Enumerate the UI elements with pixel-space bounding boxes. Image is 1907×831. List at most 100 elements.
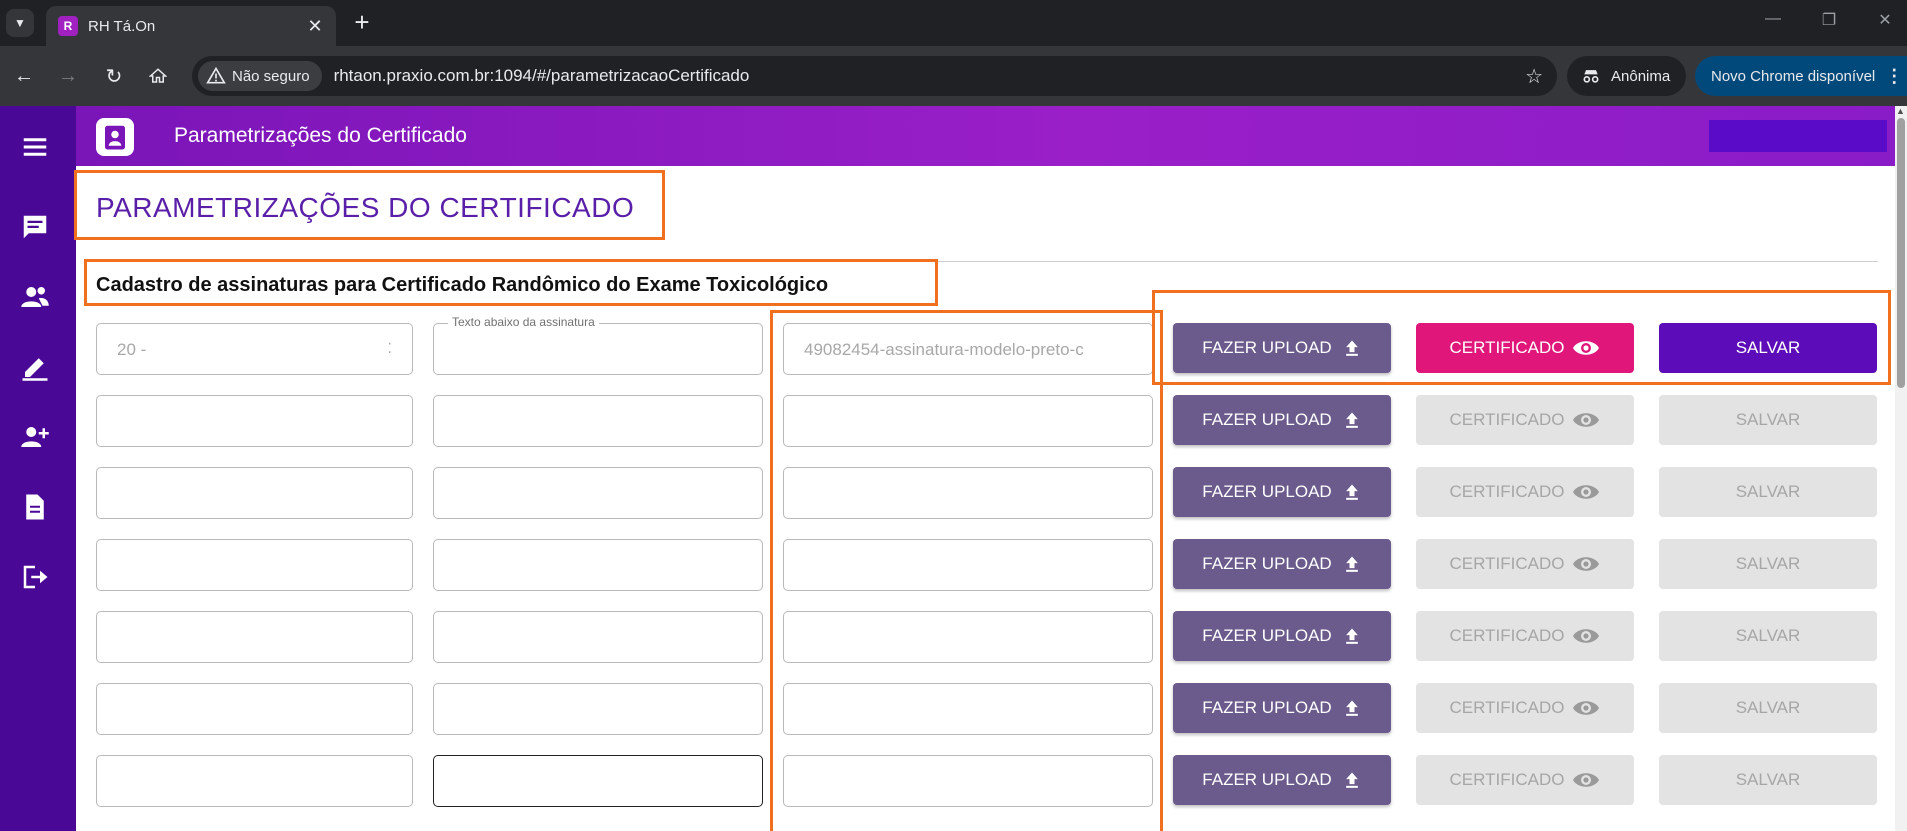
save-button[interactable]: SALVAR	[1659, 395, 1877, 445]
minimize-icon[interactable]: —	[1758, 10, 1788, 28]
upload-label: FAZER UPLOAD	[1202, 554, 1332, 573]
save-button[interactable]: SALVAR	[1659, 467, 1877, 517]
save-label: SALVAR	[1735, 554, 1801, 573]
signer-select-value: 20 -	[117, 340, 147, 359]
eye-icon	[1564, 698, 1600, 718]
certificate-label: CERTIFICADO	[1449, 410, 1565, 429]
eye-icon	[1564, 626, 1600, 646]
certificate-label: CERTIFICADO	[1449, 626, 1565, 645]
signer-select[interactable]	[96, 611, 413, 663]
eye-icon	[1564, 410, 1600, 430]
signer-select[interactable]	[96, 755, 413, 807]
chat-icon[interactable]	[18, 210, 52, 244]
browser-tab[interactable]: R RH Tá.On ✕	[46, 6, 336, 46]
signature-text-field[interactable]	[433, 611, 763, 663]
save-label: SALVAR	[1735, 626, 1801, 645]
upload-button[interactable]: FAZER UPLOAD	[1173, 755, 1391, 805]
eye-icon	[1564, 554, 1600, 574]
eye-icon	[1564, 770, 1600, 790]
forward-icon[interactable]: →	[54, 62, 82, 90]
address-bar[interactable]: Não seguro rhtaon.praxio.com.br:1094/#/p…	[192, 56, 1557, 96]
certificate-preview-button[interactable]: CERTIFICADO	[1416, 755, 1634, 805]
certificate-preview-button[interactable]: CERTIFICADO	[1416, 395, 1634, 445]
tab-search-button[interactable]: ▼	[6, 9, 34, 37]
security-label: Não seguro	[232, 67, 310, 85]
new-tab-button[interactable]: +	[348, 9, 376, 35]
certificate-label: CERTIFICADO	[1449, 770, 1565, 789]
save-button[interactable]: SALVAR	[1659, 539, 1877, 589]
scrollbar-thumb[interactable]	[1897, 118, 1905, 388]
save-label: SALVAR	[1735, 410, 1801, 429]
menu-icon[interactable]	[18, 130, 52, 164]
upload-button[interactable]: FAZER UPLOAD	[1173, 539, 1391, 589]
annotation-box-title	[74, 170, 665, 240]
upload-icon	[1332, 410, 1362, 430]
upload-icon	[1332, 626, 1362, 646]
signer-select[interactable]	[96, 467, 413, 519]
save-button[interactable]: SALVAR	[1659, 611, 1877, 661]
certificate-label: CERTIFICADO	[1449, 698, 1565, 717]
upload-label: FAZER UPLOAD	[1202, 482, 1332, 501]
upload-button[interactable]: FAZER UPLOAD	[1173, 467, 1391, 517]
home-icon[interactable]	[144, 62, 172, 90]
signature-text-field[interactable]	[433, 467, 763, 519]
signer-select[interactable]	[96, 539, 413, 591]
chrome-update-button[interactable]: Novo Chrome disponível ⋮	[1695, 56, 1907, 96]
certificate-label: CERTIFICADO	[1449, 482, 1565, 501]
save-label: SALVAR	[1735, 770, 1801, 789]
url-text[interactable]: rhtaon.praxio.com.br:1094/#/parametrizac…	[334, 66, 1526, 86]
upload-label: FAZER UPLOAD	[1202, 626, 1332, 645]
certificate-label: CERTIFICADO	[1449, 554, 1565, 573]
save-label: SALVAR	[1735, 698, 1801, 717]
upload-icon	[1332, 482, 1362, 502]
security-chip[interactable]: Não seguro	[198, 61, 322, 91]
reload-icon[interactable]: ↻	[100, 62, 128, 90]
upload-icon	[1332, 770, 1362, 790]
annotation-box-subtitle	[84, 259, 938, 306]
eye-icon	[1564, 482, 1600, 502]
signature-text-label: Texto abaixo da assinatura	[448, 315, 599, 329]
certificate-preview-button[interactable]: CERTIFICADO	[1416, 683, 1634, 733]
signature-text-field[interactable]: Texto abaixo da assinatura	[433, 315, 763, 375]
upload-button[interactable]: FAZER UPLOAD	[1173, 683, 1391, 733]
upload-button[interactable]: FAZER UPLOAD	[1173, 611, 1391, 661]
certificate-preview-button[interactable]: CERTIFICADO	[1416, 467, 1634, 517]
save-button[interactable]: SALVAR	[1659, 755, 1877, 805]
close-icon[interactable]: ✕	[302, 16, 328, 37]
signer-select[interactable]: 20 - ⁚	[96, 323, 413, 375]
dropdown-icon[interactable]: ⁚	[388, 340, 392, 357]
header-title: Parametrizações do Certificado	[174, 124, 467, 147]
restore-icon[interactable]: ❐	[1814, 10, 1844, 30]
signature-text-field[interactable]	[433, 395, 763, 447]
update-label: Novo Chrome disponível	[1711, 67, 1876, 85]
upload-label: FAZER UPLOAD	[1202, 698, 1332, 717]
signature-text-field[interactable]	[433, 539, 763, 591]
user-menu[interactable]	[1709, 120, 1887, 152]
save-button[interactable]: SALVAR	[1659, 683, 1877, 733]
signer-select[interactable]	[96, 395, 413, 447]
browser-toolbar: ← → ↻ Não seguro rhtaon.praxio.com.br:10…	[0, 46, 1907, 106]
app-logo-icon[interactable]	[96, 118, 134, 156]
incognito-label: Anônima	[1611, 67, 1671, 85]
app-header: Parametrizações do Certificado	[76, 106, 1895, 166]
signature-text-field[interactable]	[433, 755, 763, 807]
favicon-icon: R	[58, 16, 78, 36]
certificate-preview-button[interactable]: CERTIFICADO	[1416, 611, 1634, 661]
upload-icon	[1332, 554, 1362, 574]
upload-button[interactable]: FAZER UPLOAD	[1173, 395, 1391, 445]
annotation-box-first-row-actions	[1152, 290, 1891, 385]
back-icon[interactable]: ←	[10, 62, 38, 90]
signature-text-field[interactable]	[433, 683, 763, 735]
star-icon[interactable]: ☆	[1525, 64, 1543, 89]
signer-select[interactable]	[96, 683, 413, 735]
certificate-preview-button[interactable]: CERTIFICADO	[1416, 539, 1634, 589]
incognito-chip[interactable]: Anônima	[1567, 56, 1687, 96]
page-scrollbar[interactable]: ▲	[1895, 106, 1907, 831]
more-options-icon[interactable]: ⋮	[1885, 66, 1903, 87]
upload-icon	[1332, 698, 1362, 718]
scroll-up-icon[interactable]: ▲	[1896, 106, 1905, 116]
annotation-box-file-column	[770, 310, 1163, 831]
incognito-icon	[1583, 70, 1599, 83]
users-icon[interactable]	[18, 280, 52, 314]
window-close-icon[interactable]: ✕	[1870, 10, 1900, 30]
